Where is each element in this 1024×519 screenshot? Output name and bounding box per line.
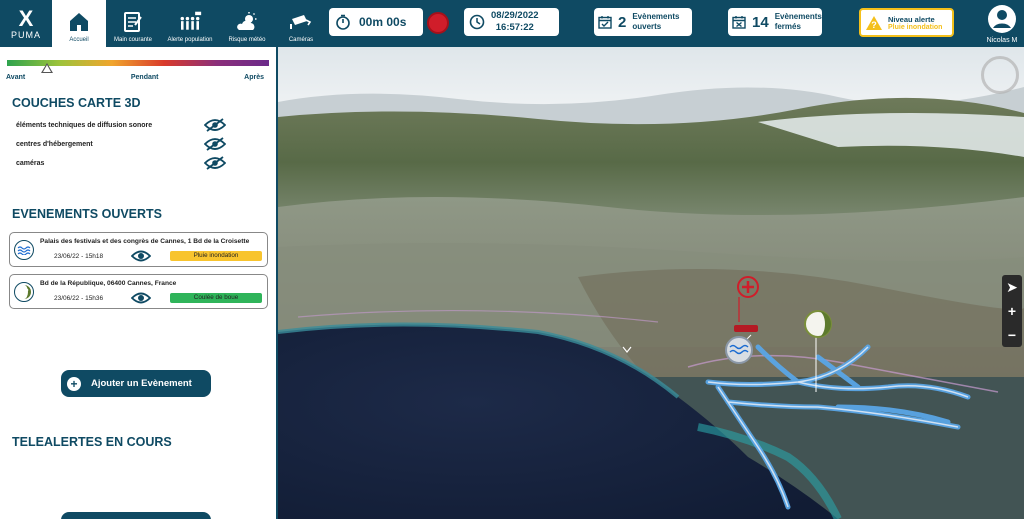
layer-row: caméras: [16, 156, 226, 170]
layer-row: centres d'hébergement: [16, 137, 226, 151]
event-card[interactable]: Bd de la République, 06400 Cannes, Franc…: [9, 274, 268, 309]
layer-row: éléments techniques de diffusion sonore: [16, 118, 226, 132]
current-date: 08/29/2022: [491, 10, 539, 21]
event-type-tag: Coulée de boue: [170, 293, 262, 303]
timeline-end: Après: [244, 74, 264, 81]
eye-icon[interactable]: [131, 249, 151, 263]
user-avatar-icon: [988, 5, 1016, 33]
stopwatch-icon: [336, 14, 350, 30]
timeline-middle: Pendant: [130, 74, 159, 81]
home-icon: [70, 13, 88, 31]
app-root: X PUMA Accueil Main courante Alerte popu…: [0, 0, 1024, 519]
plus-icon: +: [67, 376, 81, 391]
nav-main-courante[interactable]: Main courante: [106, 0, 160, 47]
event-address: Palais des festivals et des congrès de C…: [40, 238, 250, 245]
closed-events-count: 14: [752, 13, 769, 31]
top-bar: X PUMA Accueil Main courante Alerte popu…: [0, 0, 1024, 47]
user-name: Nicolas M: [986, 37, 1018, 44]
event-date: 23/06/22 - 15h36: [54, 295, 104, 302]
zoom-in-button[interactable]: +: [1008, 303, 1016, 319]
telealerts-title: TELEALERTES EN COURS: [12, 435, 172, 449]
eye-slash-icon[interactable]: [204, 156, 226, 170]
nav-accueil[interactable]: Accueil: [52, 0, 106, 47]
add-event-label: Ajouter un Evènement: [91, 378, 192, 389]
closed-events-counter[interactable]: 14 Evènements fermés: [728, 8, 822, 36]
navigate-icon[interactable]: ➤: [1006, 279, 1018, 296]
clipboard-icon: [124, 12, 142, 32]
eye-slash-icon[interactable]: [204, 137, 226, 151]
zoom-out-button[interactable]: −: [1008, 327, 1016, 343]
datetime-display: 08/29/2022 16:57:22: [464, 8, 559, 36]
layers-title: COUCHES CARTE 3D: [12, 96, 141, 110]
map-zoom-controls: ➤ + −: [1002, 275, 1022, 347]
timeline-start: Avant: [6, 74, 26, 81]
flood-marker: [725, 336, 753, 364]
nav-label: Risque météo: [228, 37, 266, 43]
map-view-3d[interactable]: [278, 47, 1024, 519]
event-type-tag: Pluie inondation: [170, 251, 262, 261]
user-menu[interactable]: Nicolas M: [980, 4, 1024, 44]
nav-alerte-population[interactable]: Alerte population: [160, 0, 220, 47]
nav-risque-meteo[interactable]: Risque météo: [220, 0, 274, 47]
alert-level-badge[interactable]: ? Niveau alerte Pluie inondation: [859, 8, 954, 37]
nav-label: Accueil: [69, 37, 89, 43]
timer-value: 00m 00s: [359, 15, 407, 29]
compass-control[interactable]: [981, 56, 1019, 94]
closed-events-label-2: fermés: [774, 22, 801, 31]
event-address: Bd de la République, 06400 Cannes, Franc…: [40, 280, 177, 287]
nav-label: Main courante: [113, 37, 153, 43]
timeline-marker[interactable]: [41, 63, 53, 73]
open-events-title: EVENEMENTS OUVERTS: [12, 207, 163, 221]
camera-icon: [290, 15, 312, 29]
terrain-map[interactable]: [278, 47, 1024, 519]
flood-icon: [14, 240, 34, 260]
current-time: 16:57:22: [495, 22, 534, 33]
layer-label: caméras: [16, 159, 45, 167]
alert-level-value: Pluie inondation: [888, 23, 943, 31]
population-icon: [180, 11, 202, 30]
alert-level-title: Niveau alerte: [888, 14, 935, 24]
calendar-check-icon: [598, 16, 612, 29]
add-event-button[interactable]: + Ajouter un Evènement: [61, 370, 211, 397]
svg-text:?: ?: [871, 20, 877, 30]
event-card[interactable]: Palais des festivals et des congrès de C…: [9, 232, 268, 267]
timeline-labels: Avant Pendant Après: [6, 74, 264, 81]
logo-name: PUMA: [10, 29, 41, 40]
layer-label: centres d'hébergement: [16, 140, 93, 148]
logo-mark: X: [18, 5, 34, 31]
warning-icon: ?: [866, 15, 882, 30]
calendar-x-icon: [732, 16, 746, 29]
open-events-count: 2: [618, 13, 627, 31]
closed-events-label-1: Evènements: [774, 12, 822, 21]
eye-slash-icon[interactable]: [204, 118, 226, 132]
layer-label: éléments techniques de diffusion sonore: [16, 121, 153, 129]
timer-display: 00m 00s: [329, 8, 423, 36]
nav-cameras[interactable]: Caméras: [274, 0, 328, 47]
clock-icon: [469, 14, 485, 30]
nav-label: Alerte population: [167, 37, 213, 43]
mudslide-icon: [14, 282, 34, 302]
nav-label: Caméras: [288, 37, 314, 43]
record-button[interactable]: [427, 12, 449, 34]
eye-icon[interactable]: [131, 291, 151, 305]
open-events-label-1: Evènements: [632, 12, 680, 21]
weather-icon: [237, 12, 257, 30]
open-events-label-2: ouverts: [632, 22, 662, 31]
left-panel: Avant Pendant Après COUCHES CARTE 3D élé…: [0, 47, 278, 519]
puma-logo[interactable]: X PUMA: [0, 0, 52, 47]
open-events-counter[interactable]: 2 Evènements ouverts: [594, 8, 692, 36]
event-date: 23/06/22 - 15h18: [54, 253, 104, 260]
telealerts-button[interactable]: [61, 512, 211, 519]
